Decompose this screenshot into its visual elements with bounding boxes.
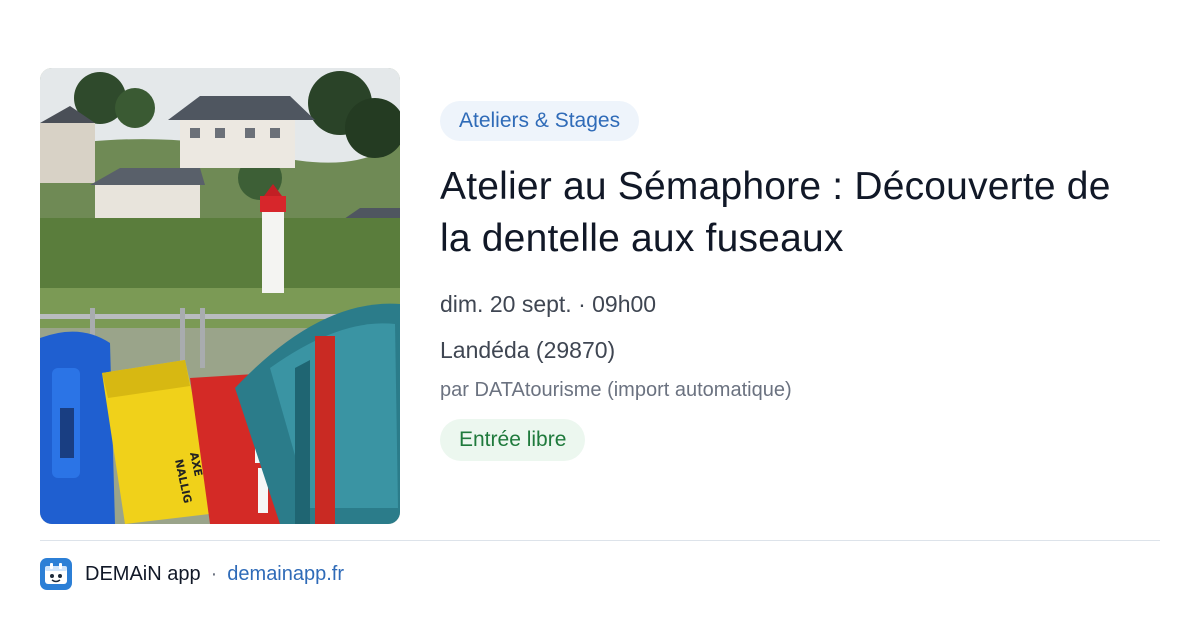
footer-divider <box>40 540 1160 541</box>
app-logo-icon <box>40 558 72 590</box>
event-author: par DATAtourisme (import automatique) <box>440 379 792 401</box>
event-datetime: dim. 20 sept. · 09h00 <box>440 291 657 317</box>
event-details: Ateliers & Stages Atelier au Sémaphore :… <box>440 101 1160 461</box>
footer-separator: · <box>210 562 218 585</box>
app-url-link[interactable]: demainapp.fr <box>227 563 344 586</box>
category-badge[interactable]: Ateliers & Stages <box>440 101 640 141</box>
event-photo: AXE NALLIG <box>40 68 400 524</box>
event-location: Landéda (29870) <box>440 337 616 363</box>
event-image: AXE NALLIG <box>40 68 400 524</box>
app-name: DEMAiN app <box>85 562 201 585</box>
price-badge: Entrée libre <box>440 419 586 461</box>
footer: DEMAiN app · demainapp.fr <box>40 558 344 590</box>
event-title[interactable]: Atelier au Sémaphore : Découverte de la … <box>440 161 1150 265</box>
